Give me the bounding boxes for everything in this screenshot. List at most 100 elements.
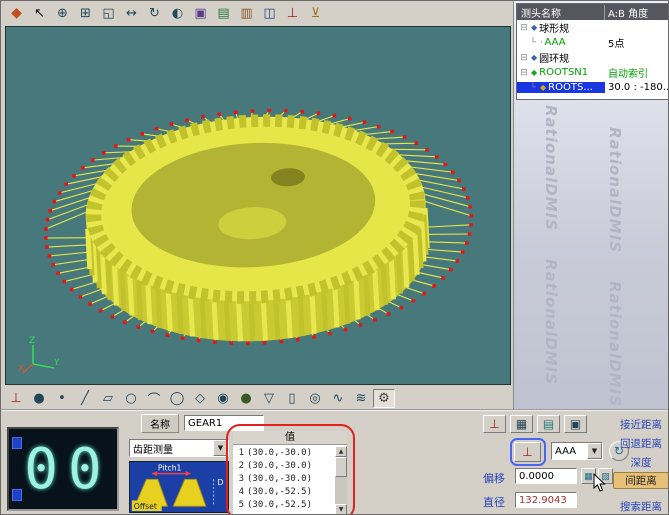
pitch-diagram: Pitch1 D Offset	[129, 461, 229, 513]
chevron-down-icon[interactable]: ▼	[587, 443, 602, 459]
row-index: 5	[233, 500, 247, 510]
tree-header-angle[interactable]: A:B 角度	[605, 5, 668, 20]
clipboard-icon[interactable]: ◫	[259, 4, 280, 23]
gear-model[interactable]	[6, 27, 510, 383]
retract-distance-button[interactable]: 回退距离	[613, 436, 669, 451]
probe-item-icon: ◆	[540, 83, 546, 92]
3d-viewport[interactable]: Z Y X	[5, 26, 511, 385]
scrollbar[interactable]: ▲ ▼	[335, 446, 347, 515]
tree-header-name[interactable]: 测头名称	[517, 5, 605, 20]
keypad-button[interactable]: ▦	[581, 468, 596, 484]
slot-feature-icon[interactable]: ◇	[189, 389, 211, 408]
diameter-input[interactable]	[515, 492, 577, 508]
tree-item-label: ROOTSN1	[539, 67, 588, 78]
chevron-down-icon[interactable]: ▼	[213, 440, 228, 456]
watermark-text: RationalDMIS	[606, 281, 624, 407]
row-index: 2	[233, 461, 247, 471]
image-view-icon[interactable]: ▤	[213, 4, 234, 23]
plane-feature-icon[interactable]: ▱	[97, 389, 119, 408]
surface-feature-icon[interactable]: ≋	[350, 389, 372, 408]
pitch-label: Pitch1	[158, 464, 182, 473]
point-feature-icon[interactable]: ●	[28, 389, 50, 408]
probe-group-icon: ◆	[531, 68, 537, 77]
counter-digits: 00	[23, 435, 113, 505]
row-value: (30.0,-30.0)	[247, 461, 335, 471]
row-index: 3	[233, 474, 247, 484]
search-distance-button[interactable]: 搜索距离	[613, 499, 669, 514]
sphere-feature-icon[interactable]: ●	[235, 389, 257, 408]
row-value: (30.0,-52.5)	[247, 500, 335, 510]
list-item[interactable]: 4(30.0,-52.5)	[233, 485, 335, 498]
cone-feature-icon[interactable]: ▽	[258, 389, 280, 408]
scroll-down-icon[interactable]: ▼	[335, 504, 347, 515]
edit-button[interactable]: ▨	[598, 468, 613, 484]
list-item[interactable]: 2(30.0,-30.0)	[233, 459, 335, 472]
tree-item-label: AAA	[545, 37, 566, 48]
tree-row-aaa[interactable]: └·AAA 5点	[517, 35, 668, 50]
cylinder-feature-icon[interactable]: ▯	[281, 389, 303, 408]
probe-change-icon[interactable]: ⊥	[282, 4, 303, 23]
panel-view-icon[interactable]: ▣	[564, 415, 587, 433]
settings-gear-icon[interactable]: ⚙	[373, 389, 395, 408]
tree-expander-icon[interactable]: ⊟	[519, 53, 529, 63]
scrollbar-thumb[interactable]	[335, 457, 347, 477]
move-axes-icon[interactable]: ↔	[121, 4, 142, 23]
tree-row-rootsn1[interactable]: ⊟◆ROOTSN1 自动索引	[517, 65, 668, 80]
probe-select[interactable]: AAA ▼	[551, 442, 603, 460]
probe-calibrate-icon[interactable]: ⊻	[305, 4, 326, 23]
tree-item-value: 5点	[605, 35, 668, 50]
report-library-icon[interactable]: ▥	[236, 4, 257, 23]
scroll-up-icon[interactable]: ▲	[335, 446, 347, 457]
tree-row-sphere-gauge[interactable]: ⊟◆球形规	[517, 20, 668, 35]
value-list[interactable]: 值 1(30.0,-30.0) 2(30.0,-30.0) 3(30.0,-30…	[233, 431, 347, 515]
graph-view-icon[interactable]: ▦	[510, 415, 533, 433]
app-logo-icon[interactable]: ◆	[6, 4, 27, 23]
tree-row-roots-selected[interactable]: └◆ROOTS... 30.0 : -180...	[517, 80, 668, 95]
probe-group-icon: ◆	[531, 53, 537, 62]
list-item[interactable]: 3(30.0,-30.0)	[233, 472, 335, 485]
tree-expander-icon[interactable]: ⊟	[519, 23, 529, 33]
row-index: 4	[233, 487, 247, 497]
diameter-label: 直径	[483, 494, 505, 510]
construct-point-icon[interactable]: •	[51, 389, 73, 408]
depth-button[interactable]: 深度	[613, 455, 669, 470]
circle-feature-icon[interactable]: ○	[120, 389, 142, 408]
measure-mode-select[interactable]: 齿距测量 ▼	[129, 439, 229, 457]
zoom-window-icon[interactable]: ⊞	[75, 4, 96, 23]
probe-tree: 测头名称 A:B 角度 ⊟◆球形规 └·AAA 5点 ⊟◆圆环规 ⊟◆ROOTS…	[516, 3, 669, 100]
probe-tool-icon[interactable]: ⊥	[5, 389, 27, 408]
name-input[interactable]	[184, 415, 264, 431]
probe-tools-row: ⊥▦▤▣	[483, 415, 587, 433]
list-item[interactable]: 1(30.0,-30.0)	[233, 446, 335, 459]
fit-view-icon[interactable]: ◱	[98, 4, 119, 23]
ellipse-feature-icon[interactable]: ◯	[166, 389, 188, 408]
arc-feature-icon[interactable]: ⌒	[143, 389, 165, 408]
tree-item-value: 30.0 : -180...	[605, 82, 668, 93]
measure-panel: 00 名称 齿距测量 ▼ Pitch1 D Offset	[1, 409, 669, 515]
tree-item-label: 圆环规	[539, 50, 569, 65]
spacing-button[interactable]: 间距离	[613, 472, 669, 489]
value-list-header: 值	[233, 431, 347, 445]
distance-params-column: 接近距离 回退距离 深度 间距离 搜索距离	[613, 411, 669, 515]
rotate-view-icon[interactable]: ↻	[144, 4, 165, 23]
tree-expander-icon[interactable]: ⊟	[519, 68, 529, 78]
zoom-in-icon[interactable]: ⊕	[52, 4, 73, 23]
select-cursor-icon[interactable]: ↖	[29, 4, 50, 23]
name-label: 名称	[141, 414, 179, 433]
torus-feature-icon[interactable]: ◎	[304, 389, 326, 408]
offset-diagram-label: Offset	[134, 502, 157, 511]
probe-select-button[interactable]: ⊥	[514, 442, 541, 462]
list-item[interactable]: 5(30.0,-52.5)	[233, 498, 335, 511]
probe-position-icon[interactable]: ⊥	[483, 415, 506, 433]
tree-row-ring-gauge[interactable]: ⊟◆圆环规	[517, 50, 668, 65]
watermark-text: RationalDMIS	[606, 127, 624, 253]
grid-view-icon[interactable]: ▤	[537, 415, 560, 433]
snapshot-camera-icon[interactable]: ▣	[190, 4, 211, 23]
round-slot-feature-icon[interactable]: ◉	[212, 389, 234, 408]
curve-feature-icon[interactable]: ∿	[327, 389, 349, 408]
approach-distance-button[interactable]: 接近距离	[613, 417, 669, 432]
offset-input[interactable]	[515, 468, 577, 484]
watermark-text: RationalDMIS	[542, 105, 560, 231]
render-mode-icon[interactable]: ◐	[167, 4, 188, 23]
line-feature-icon[interactable]: ╱	[74, 389, 96, 408]
